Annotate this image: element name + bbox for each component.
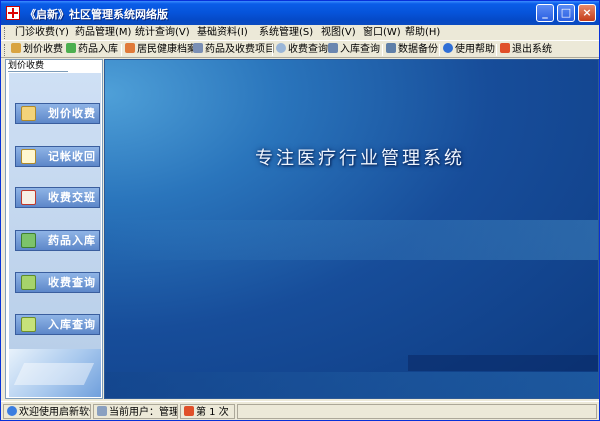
sidebar: 划价收费 划价收费 记帐收回 收费交班 药品入库 收费查询 入库查询 [5, 59, 103, 399]
nav-ledger-label: 记帐收回 [48, 150, 96, 163]
sidebar-tab[interactable]: 划价收费 [8, 60, 68, 72]
status-user: 当前用户：管理员 [93, 404, 178, 419]
toolbar-separator [272, 44, 273, 56]
medicine-icon [66, 43, 76, 53]
pricing-icon [21, 106, 36, 121]
nav-fee-query-label: 收费查询 [48, 276, 96, 289]
toolbar-fee-query-label: 收费查询 [288, 44, 328, 55]
nav-ledger-button[interactable]: 记帐收回 [15, 146, 100, 167]
nav-stock-query-label: 入库查询 [48, 318, 96, 331]
main-area: 专注医疗行业管理系统 [104, 59, 599, 399]
items-icon [193, 43, 203, 53]
nav-pricing-button[interactable]: 划价收费 [15, 103, 100, 124]
menu-window[interactable]: 窗口(W) [363, 26, 401, 40]
counter-icon [184, 406, 194, 416]
menu-help[interactable]: 帮助(H) [405, 26, 440, 40]
stock-in-icon [21, 233, 36, 248]
user-icon [97, 406, 107, 416]
toolbar-separator [439, 44, 440, 56]
app-cross-icon [6, 6, 20, 20]
menu-bar: 门诊收费(Y) 药品管理(M) 统计查询(V) 基础资料(I) 系统管理(S) … [1, 25, 599, 41]
health-record-icon [125, 43, 135, 53]
toolbar-separator [121, 44, 122, 56]
ledger-icon [21, 149, 36, 164]
menu-system-management[interactable]: 系统管理(S) [259, 26, 313, 40]
nav-stock-query-button[interactable]: 入库查询 [15, 314, 100, 335]
stock-query-icon [21, 317, 36, 332]
nav-stock-in-label: 药品入库 [48, 234, 96, 247]
status-count: 第 1 次 [180, 404, 235, 419]
toolbar-items-label: 药品及收费项目 [205, 44, 275, 55]
toolbar-exit-label: 退出系统 [512, 44, 552, 55]
toolbar-stock-query-label: 入库查询 [340, 44, 380, 55]
toolbar-help-button[interactable]: 使用帮助 [443, 43, 495, 57]
toolbar-pricing-button[interactable]: 划价收费 [11, 43, 63, 57]
exit-icon [500, 43, 510, 53]
toolbar-exit-button[interactable]: 退出系统 [500, 43, 552, 57]
menu-drug-management[interactable]: 药品管理(M) [75, 26, 131, 40]
help-icon [443, 43, 453, 53]
menu-statistics-query[interactable]: 统计查询(V) [135, 26, 190, 40]
main-stripe [408, 355, 598, 371]
title-bar[interactable]: 《启新》社区管理系统网络版 _ □ × [1, 1, 599, 25]
sidebar-decoration [9, 349, 101, 397]
toolbar-pricing-label: 划价收费 [23, 44, 63, 55]
nav-handover-label: 收费交班 [48, 191, 96, 204]
menu-outpatient-fee[interactable]: 门诊收费(Y) [15, 26, 69, 40]
status-welcome-text: 欢迎使用启新软件 [19, 407, 91, 418]
minimize-button[interactable]: _ [536, 4, 554, 22]
toolbar-separator [382, 44, 383, 56]
nav-handover-button[interactable]: 收费交班 [15, 187, 100, 208]
backup-icon [386, 43, 396, 53]
toolbar-items-button[interactable]: 药品及收费项目 [193, 43, 275, 57]
main-stripe [105, 372, 598, 398]
toolbar-help-label: 使用帮助 [455, 44, 495, 55]
menu-view[interactable]: 视图(V) [321, 26, 356, 40]
toolbar-backup-label: 数据备份 [398, 44, 438, 55]
toolbar-stock-query-button[interactable]: 入库查询 [328, 43, 380, 57]
status-count-text: 第 1 次 [196, 407, 229, 418]
menu-basic-data[interactable]: 基础资料(I) [197, 26, 248, 40]
handover-icon [21, 190, 36, 205]
nav-fee-query-button[interactable]: 收费查询 [15, 272, 100, 293]
app-window: 《启新》社区管理系统网络版 _ □ × 门诊收费(Y) 药品管理(M) 统计查询… [0, 0, 600, 421]
status-bar: 欢迎使用启新软件 当前用户：管理员 第 1 次 [1, 401, 599, 420]
close-button[interactable]: × [578, 4, 596, 22]
status-welcome: 欢迎使用启新软件 [3, 404, 91, 419]
main-headline: 专注医疗行业管理系统 [255, 148, 465, 169]
status-empty-panel [237, 404, 597, 419]
magnifier-icon [276, 43, 286, 53]
status-user-text: 当前用户：管理员 [109, 407, 178, 418]
fee-query-icon [21, 275, 36, 290]
maximize-button[interactable]: □ [557, 4, 575, 22]
sidebar-panel: 划价收费 记帐收回 收费交班 药品入库 收费查询 入库查询 [9, 73, 101, 349]
globe-icon [7, 406, 17, 416]
menubar-grip[interactable] [4, 27, 6, 39]
toolbar-health-record-label: 居民健康档案 [137, 44, 197, 55]
stock-query-icon [328, 43, 338, 53]
main-stripe [105, 220, 598, 260]
window-title: 《启新》社区管理系统网络版 [25, 8, 168, 21]
pen-icon [11, 43, 21, 53]
toolbar-drug-in-button[interactable]: 药品入库 [66, 43, 118, 57]
nav-stock-in-button[interactable]: 药品入库 [15, 230, 100, 251]
toolbar-backup-button[interactable]: 数据备份 [386, 43, 438, 57]
toolbar-fee-query-button[interactable]: 收费查询 [276, 43, 328, 57]
toolbar: 划价收费 药品入库 居民健康档案 药品及收费项目 收费查询 入库查询 数据备份 … [1, 42, 599, 58]
toolbar-separator [496, 44, 497, 56]
toolbar-health-record-button[interactable]: 居民健康档案 [125, 43, 197, 57]
toolbar-grip[interactable] [4, 44, 6, 56]
toolbar-drug-in-label: 药品入库 [78, 44, 118, 55]
nav-pricing-label: 划价收费 [48, 107, 96, 120]
